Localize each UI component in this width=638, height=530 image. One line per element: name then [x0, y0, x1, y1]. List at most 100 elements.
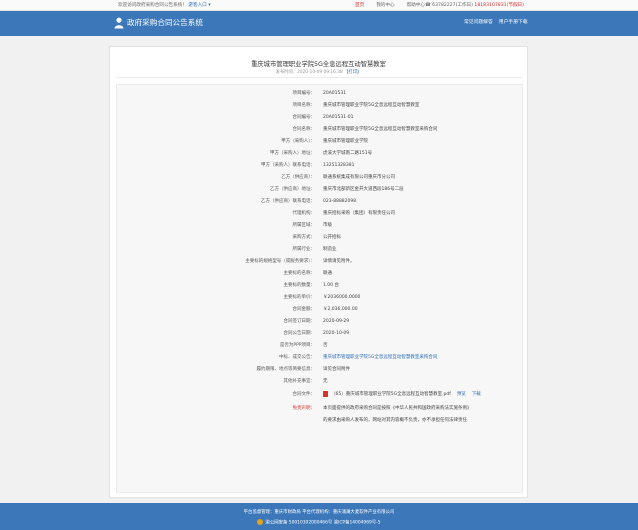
- header-nav: 常见问题解答 用户手册下载: [458, 19, 528, 27]
- field-label: 乙方（供应商）地址：: [270, 187, 315, 192]
- disclaimer-row: 免责声明： 本页面提供的政府采购合同是按照《中华人民共和国政府采购法实施条例》: [117, 404, 522, 414]
- field-row: 乙方（供应商）： 联通系统集成有限公司重庆市分公司: [117, 173, 522, 183]
- user-logo-icon: [114, 17, 124, 29]
- disclaimer-line-1: 本页面提供的政府采购合同是按照《中华人民共和国政府采购法实施条例》: [323, 406, 472, 411]
- field-label: 合同金额：: [292, 307, 316, 312]
- disclaimer-line-2: 的要求由采购人发布的，网站对其内容概不负责，亦不承担任何法律责任: [323, 418, 467, 423]
- contract-details: 项目编号： 20A01531 项目名称： 重庆城市管理职业学院5G全息远程互动智慧教…: [116, 84, 523, 493]
- field-label: 甲方（采购人）地址：: [270, 151, 315, 156]
- faq-link[interactable]: 常见问题解答: [464, 20, 493, 25]
- field-label: 乙方（供应商）联系电话：: [261, 199, 315, 204]
- disclaimer-row-2: 的要求由采购人发布的，网站对其内容概不负责，亦不承担任何法律责任: [117, 416, 522, 426]
- field-row: 是否为PPP项目： 否: [117, 341, 522, 351]
- field-value: 2020-09-29: [323, 319, 350, 324]
- greeting-area: 欢迎访问政府采购合同公告系统！ 游客入口 ▾: [118, 0, 211, 11]
- field-label: 主要标的名称：: [283, 271, 316, 276]
- notice-title: 重庆城市管理职业学院5G全息远程互动智慧教室: [251, 61, 386, 68]
- print-link[interactable]: 【打印】: [344, 70, 361, 75]
- contact-phone: ☎ 63782227(工作日) 18183107831(节假日): [425, 0, 524, 11]
- footer-registration: 渝公网安备 50010302000466号 渝ICP备14004969号-5: [0, 519, 638, 526]
- field-value: 联通系统集成有限公司重庆市分公司: [323, 175, 395, 180]
- field-row: 项目编号： 20A01531: [117, 89, 522, 99]
- field-row: 合同公告日期： 2020-10-09: [117, 329, 522, 339]
- field-label: 采购方式：: [292, 235, 316, 240]
- attachment-file-link[interactable]: （65）重庆城市管理职业学院5G全息远程互动智慧教室.pdf: [331, 392, 451, 397]
- field-row: 合同金额： ￥2,036,000.00: [117, 305, 522, 315]
- field-label: 是否为PPP项目：: [279, 343, 315, 348]
- field-value: 13251328381: [323, 163, 355, 168]
- field-label: 履约期限、地点等简要信息：: [256, 367, 316, 372]
- field-value: 重庆招标采购（集团）有限责任公司: [323, 211, 395, 216]
- field-row: 乙方（供应商）联系电话： 023-88882098: [117, 197, 522, 207]
- field-label: 甲方（采购人）联系电话：: [261, 163, 315, 168]
- footer-supervision: 平台监督管理：重庆市财政局 平台代理机构：重庆涌澜大麦软件产业有限公司: [243, 510, 395, 515]
- publish-info: 发布时间：2020-10-09 09:16:38 【打印】: [110, 69, 527, 75]
- top-utility-bar: 欢迎访问政府采购合同公告系统！ 游客入口 ▾ 首页 我的中心 帮助中心 ☎ 6378…: [0, 0, 638, 11]
- manual-download-link[interactable]: 用户手册下载: [499, 20, 528, 25]
- site-header: 政府采购合同公告系统 常见问题解答 用户手册下载: [0, 11, 638, 36]
- field-value: 否: [323, 343, 328, 348]
- download-button[interactable]: 下载: [472, 392, 481, 397]
- field-row: 乙方（供应商）地址： 重庆市北部新区金开大道西段186号二层: [117, 185, 522, 195]
- phone-workday: ☎ 63782227(工作日): [425, 3, 473, 8]
- field-value: ￥2036000.0000: [323, 295, 361, 300]
- preview-button[interactable]: 预览: [457, 392, 466, 397]
- attachment-value: （65）重庆城市管理职业学院5G全息远程互动智慧教室.pdf 预览 下载: [323, 390, 481, 400]
- field-value: 1.00 台: [323, 283, 339, 288]
- field-row: 合同编号： 20A01531-01: [117, 113, 522, 123]
- field-row: 中标、成交公告： 重庆城市管理职业学院5G全息远程互动智慧教室采购合同: [117, 353, 522, 363]
- field-value: 重庆城市管理职业学院: [323, 139, 368, 144]
- field-value: 20A01531: [323, 91, 347, 96]
- field-label: 主要标的规格型号（或服务要求）：: [245, 259, 315, 264]
- field-row: 履约期限、地点等简要信息： 详见合同附件: [117, 365, 522, 375]
- field-label: 项目编号：: [292, 91, 316, 96]
- notice-card: 重庆城市管理职业学院5G全息远程互动智慧教室 发布时间：2020-10-09 0…: [109, 46, 528, 498]
- field-row: 主要标的单价： ￥2036000.0000: [117, 293, 522, 303]
- publish-time: 发布时间：2020-10-09 09:16:38: [275, 70, 343, 75]
- field-value: 虎溪大学城南二路151号: [323, 151, 373, 156]
- field-value: 无: [323, 379, 328, 384]
- field-value: 公开招标: [323, 235, 341, 240]
- help-center-link[interactable]: 帮助中心: [407, 3, 425, 8]
- field-label: 合同公告日期：: [283, 331, 316, 336]
- field-value: 详见合同附件: [323, 367, 350, 372]
- field-label: 主要标的单价：: [283, 295, 316, 300]
- disclaimer-label: 免责声明：: [292, 406, 316, 411]
- home-link[interactable]: 首页: [355, 3, 364, 8]
- field-row: 代理机构： 重庆招标采购（集团）有限责任公司: [117, 209, 522, 219]
- field-label: 所属行业：: [292, 247, 316, 252]
- field-label: 中标、成交公告：: [279, 355, 315, 360]
- field-row: 主要标的数量： 1.00 台: [117, 281, 522, 291]
- divider: [116, 77, 523, 78]
- field-label: 合同编号：: [292, 115, 316, 120]
- user-entry-label[interactable]: 游客入口: [188, 3, 206, 8]
- field-value: 2020-10-09: [323, 331, 350, 336]
- field-label: 所属区域：: [292, 223, 316, 228]
- field-row: 其他补充事宜： 无: [117, 377, 522, 387]
- field-value: 重庆市北部新区金开大道西段186号二层: [323, 187, 404, 192]
- field-label: 乙方（供应商）：: [281, 175, 315, 180]
- field-label: 代理机构：: [292, 211, 316, 216]
- field-label: 其他补充事宜：: [283, 379, 316, 384]
- field-value: 市级: [323, 223, 332, 228]
- field-row: 所属区域： 市级: [117, 221, 522, 231]
- field-value: 重庆城市管理职业学院5G全息远程互动智慧教室: [323, 103, 420, 108]
- field-label: 项目名称：: [292, 103, 316, 108]
- field-value: 详情请见附件。: [323, 259, 355, 264]
- field-row: 甲方（采购人）： 重庆城市管理职业学院: [117, 137, 522, 147]
- police-emblem-icon: [257, 519, 264, 525]
- field-label: 合同名称：: [292, 127, 316, 132]
- field-value: 20A01531-01: [323, 115, 354, 120]
- award-notice-link[interactable]: 重庆城市管理职业学院5G全息远程互动智慧教室采购合同: [323, 353, 437, 363]
- my-center-link[interactable]: 我的中心: [376, 3, 394, 8]
- field-row: 主要标的名称： 联通: [117, 269, 522, 279]
- footer-registration-text: 渝公网安备 50010302000466号 渝ICP备14004969号-5: [265, 520, 381, 526]
- field-value: ￥2,036,000.00: [323, 307, 358, 312]
- field-label: 甲方（采购人）：: [281, 139, 315, 144]
- field-label: 合同文件：: [292, 392, 316, 397]
- user-entry-link[interactable]: 游客入口 ▾: [188, 3, 210, 8]
- site-footer: 平台监督管理：重庆市财政局 平台代理机构：重庆涌澜大麦软件产业有限公司 渝公网安…: [0, 503, 638, 530]
- pdf-icon: [323, 390, 328, 397]
- system-name: 政府采购合同公告系统: [127, 18, 203, 27]
- greeting-text: 欢迎访问政府采购合同公告系统！: [118, 3, 187, 8]
